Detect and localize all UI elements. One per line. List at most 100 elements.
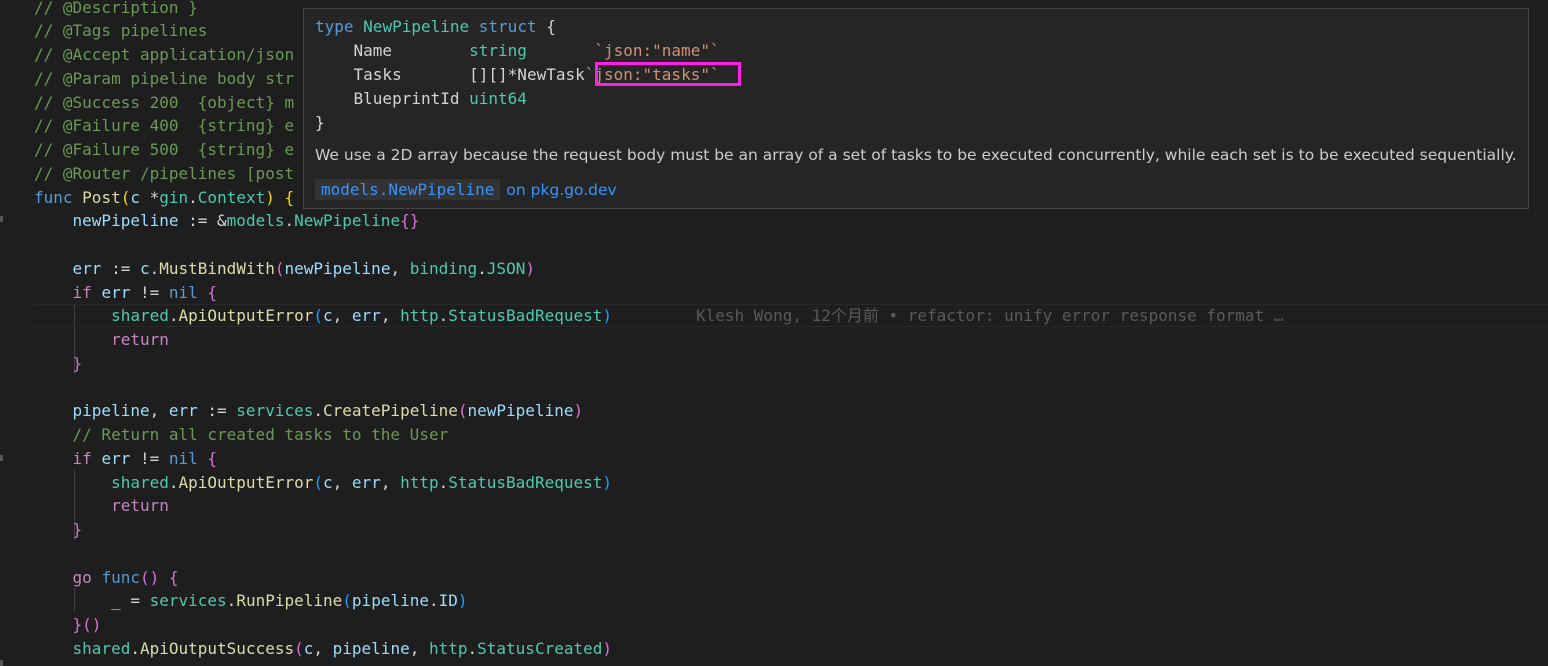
- status-bad-request: StatusBadRequest: [448, 306, 603, 325]
- shared-package: shared: [72, 639, 131, 658]
- hover-description: We use a 2D array because the request bo…: [315, 146, 1517, 164]
- err-var: err: [168, 401, 198, 420]
- code-comment-line: // @Failure 500 {string} e: [34, 140, 295, 159]
- hover-type-line: type NewPipeline struct {: [315, 17, 556, 36]
- close-brace: }: [315, 113, 325, 132]
- must-bind-func: MustBindWith: [159, 259, 275, 278]
- field-name: Tasks: [353, 65, 402, 84]
- code-line-create-pipeline: pipeline, err := services.CreatePipeline…: [72, 401, 584, 420]
- field-type: [][]*NewTask: [469, 65, 585, 84]
- services-package: services: [236, 401, 314, 420]
- return-keyword: return: [111, 330, 169, 349]
- hover-tooltip[interactable]: type NewPipeline struct { Name string `j…: [303, 8, 1529, 209]
- if-keyword: if: [72, 449, 92, 468]
- hover-link-row: models.NewPipeline on pkg.go.dev: [315, 179, 617, 201]
- pipeline-arg: pipeline: [351, 591, 429, 610]
- code-line-output-error: shared.ApiOutputError(c, err, http.Statu…: [111, 473, 613, 492]
- http-package: http: [400, 306, 439, 325]
- field-tag: `json:"name"`: [594, 41, 720, 60]
- gutter-change-marker: [0, 455, 3, 461]
- status-created: StatusCreated: [477, 639, 603, 658]
- context-arg: c: [323, 473, 333, 492]
- field-name: BlueprintId: [353, 89, 460, 108]
- if-keyword: if: [72, 283, 92, 302]
- code-line-go-func: go func() {: [72, 568, 179, 587]
- git-blame-annotation[interactable]: Klesh Wong, 12个月前 • refactor: unify erro…: [696, 304, 1283, 327]
- param-package: gin: [159, 188, 189, 207]
- nil-keyword: nil: [168, 449, 198, 468]
- code-line-func-signature: func Post(c *gin.Context) {: [34, 188, 295, 207]
- hover-field-blueprint: BlueprintId uint64: [315, 87, 527, 111]
- api-output-error-func: ApiOutputError: [178, 473, 314, 492]
- type-name: NewPipeline: [363, 17, 470, 36]
- shared-package: shared: [111, 306, 169, 325]
- pipeline-arg: pipeline: [332, 639, 410, 658]
- shared-package: shared: [111, 473, 169, 492]
- return-keyword: return: [111, 496, 169, 515]
- code-line-close-func: }(): [72, 615, 102, 634]
- json-const: JSON: [486, 259, 526, 278]
- gutter-change-marker: [0, 216, 3, 222]
- code-line-output-success: shared.ApiOutputSuccess(c, pipeline, htt…: [72, 639, 613, 658]
- code-comment-line: // @Param pipeline body str: [34, 69, 295, 88]
- context-arg: c: [303, 639, 314, 658]
- field-name: Name: [353, 41, 393, 60]
- param-type: Context: [197, 188, 266, 207]
- code-comment-line: // Return all created tasks to the User: [34, 423, 449, 446]
- field-type: string: [469, 41, 527, 60]
- code-editor[interactable]: // @Description } // @Tags pipelines // …: [0, 0, 1548, 666]
- err-arg: err: [351, 473, 381, 492]
- code-line-bind: err := c.MustBindWith(newPipeline, bindi…: [72, 259, 535, 278]
- func-keyword: func: [101, 568, 140, 587]
- context-arg: c: [323, 306, 333, 325]
- new-pipeline-arg: newPipeline: [284, 259, 391, 278]
- hover-field-name: Name string `json:"name"`: [315, 39, 720, 63]
- go-keyword: go: [72, 568, 92, 587]
- code-line-if-err: if err != nil {: [72, 283, 218, 302]
- struct-keyword: struct: [478, 17, 537, 36]
- code-comment-line: // @Tags pipelines: [34, 21, 208, 40]
- new-pipeline-type: NewPipeline: [294, 211, 401, 230]
- code-line-return: return: [34, 328, 169, 351]
- code-line-close-brace: }: [72, 520, 83, 539]
- code-line-if-err: if err != nil {: [72, 449, 218, 468]
- create-pipeline-func: CreatePipeline: [323, 401, 458, 420]
- http-package: http: [428, 639, 468, 658]
- models-package: models: [226, 211, 285, 230]
- api-output-error-func: ApiOutputError: [178, 306, 314, 325]
- binding-package: binding: [409, 259, 478, 278]
- id-field: ID: [438, 591, 458, 610]
- type-keyword: type: [315, 17, 354, 36]
- nil-keyword: nil: [168, 283, 198, 302]
- field-type: uint64: [469, 89, 527, 108]
- func-keyword: func: [34, 188, 73, 207]
- err-var: err: [101, 449, 131, 468]
- code-line-close-brace: }: [72, 354, 83, 373]
- return-comment: // Return all created tasks to the User: [72, 425, 449, 444]
- code-line-run-pipeline: _ = services.RunPipeline(pipeline.ID): [111, 591, 468, 610]
- code-line-return: return: [34, 494, 169, 517]
- services-package: services: [149, 591, 227, 610]
- err-var: err: [72, 259, 102, 278]
- api-output-success-func: ApiOutputSuccess: [139, 639, 295, 658]
- pipeline-var: pipeline: [72, 401, 150, 420]
- hover-close-brace: }: [315, 111, 325, 135]
- context-var: c: [139, 259, 150, 278]
- pkg-go-dev-link[interactable]: on pkg.go.dev: [506, 181, 616, 199]
- http-package: http: [400, 473, 439, 492]
- symbol-link[interactable]: models.NewPipeline: [315, 179, 501, 200]
- code-comment-line: // @Failure 400 {string} e: [34, 116, 295, 135]
- param-name: c: [130, 188, 140, 207]
- code-line-output-error: shared.ApiOutputError(c, err, http.Statu…: [111, 306, 613, 325]
- status-bad-request: StatusBadRequest: [448, 473, 603, 492]
- highlight-annotation-box: [595, 62, 741, 86]
- new-pipeline-arg: newPipeline: [467, 401, 574, 420]
- err-var: err: [101, 283, 131, 302]
- code-line-new-pipeline: newPipeline := &models.NewPipeline{}: [72, 211, 420, 230]
- code-comment-line: // @Accept application/json: [34, 45, 295, 64]
- run-pipeline-func: RunPipeline: [236, 591, 343, 610]
- err-arg: err: [351, 306, 381, 325]
- gutter-change-marker: [0, 660, 3, 666]
- func-name: Post: [82, 188, 121, 207]
- code-comment-line: // @Success 200 {object} m: [34, 93, 295, 112]
